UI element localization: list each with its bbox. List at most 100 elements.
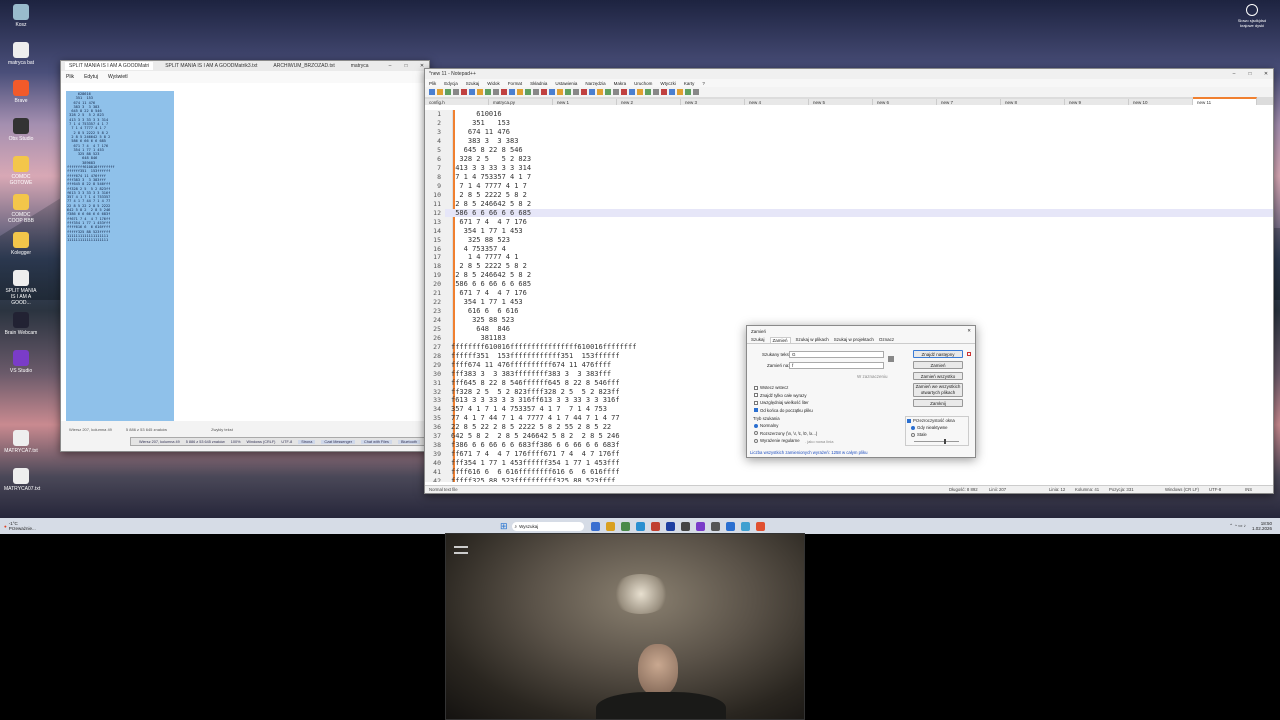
npp-menu-item[interactable]: Widok [487, 81, 500, 86]
npp-minimize-icon[interactable]: – [1231, 71, 1237, 77]
menu-item[interactable]: Plik [66, 74, 74, 80]
toolbar-button-icon[interactable] [685, 89, 691, 95]
npp-menu-item[interactable]: Ustawienia [555, 81, 577, 86]
replace-input[interactable]: f [789, 362, 884, 369]
webcam-menu-icon[interactable] [454, 546, 468, 554]
find-next-checkbox[interactable] [967, 352, 971, 356]
toolbar-button-icon[interactable] [581, 89, 587, 95]
replace-all-button[interactable]: Zamień wszystko [913, 372, 963, 380]
in-selection-label[interactable]: W zaznaczeniu [857, 374, 888, 379]
taskbar-app-icon[interactable] [665, 521, 675, 531]
npp-menu-item[interactable]: Format [508, 81, 522, 86]
toolbar-button-icon[interactable] [541, 89, 547, 95]
bg-app-button[interactable]: Bluetooth [397, 439, 420, 444]
taskbar-app-icon[interactable] [710, 521, 720, 531]
taskbar-app-icon[interactable] [620, 521, 630, 531]
toolbar-button-icon[interactable] [565, 89, 571, 95]
search-mode-radio[interactable]: Normalny [754, 423, 778, 428]
dialog-checkbox[interactable]: Wstecz wstecz [754, 385, 788, 390]
toolbar-button-icon[interactable] [653, 89, 659, 95]
npp-tab[interactable]: new 3 [681, 99, 745, 105]
dialog-close-icon[interactable]: ✕ [967, 328, 971, 334]
npp-menu-item[interactable]: Edycja [444, 81, 458, 86]
minimize-icon[interactable]: – [387, 63, 393, 69]
npp-maximize-icon[interactable]: □ [1247, 71, 1253, 77]
dot-newline-option[interactable]: . jako nowa linia [805, 439, 833, 444]
taskbar-app-icon[interactable] [605, 521, 615, 531]
toolbar-button-icon[interactable] [501, 89, 507, 95]
dialog-checkbox[interactable]: Od końca do początku pliku [754, 408, 813, 413]
notepad-tab[interactable]: ARCHIWUM_BRZOZAD.txt [269, 62, 338, 70]
toolbar-button-icon[interactable] [557, 89, 563, 95]
bg-app-button[interactable]: Chat with Files [361, 439, 392, 444]
npp-menu-item[interactable]: Składnia [530, 81, 547, 86]
desktop-icon[interactable]: MATRYCA7.txt [4, 430, 38, 454]
npp-menu-item[interactable]: Uruchom [634, 81, 652, 86]
toolbar-button-icon[interactable] [669, 89, 675, 95]
toolbar-button-icon[interactable] [509, 89, 515, 95]
npp-tab[interactable]: new 10 [1129, 99, 1193, 105]
toolbar-button-icon[interactable] [605, 89, 611, 95]
dialog-checkbox[interactable]: Znajdź tylko całe wyrazy [754, 393, 807, 398]
toolbar-button-icon[interactable] [429, 89, 435, 95]
transparency-slider[interactable] [914, 439, 959, 444]
taskbar-app-icon[interactable] [755, 521, 765, 531]
notepad-window[interactable]: SPLIT MANIA IS I AM A GOODMatri SPLIT MAN… [60, 60, 430, 452]
desktop-icon[interactable]: VS Studio [4, 350, 38, 374]
toolbar-button-icon[interactable] [445, 89, 451, 95]
weather-widget[interactable]: ● -1°C Przeważnie... [0, 521, 120, 531]
close-button[interactable]: Zamknij [913, 399, 963, 407]
desktop-icon[interactable]: Kolegger [4, 232, 38, 256]
desktop-icon[interactable]: COMDC GOTOWE [4, 156, 38, 186]
npp-menu-item[interactable]: Narzędzia [585, 81, 605, 86]
taskbar-app-icon[interactable] [740, 521, 750, 531]
transparency-radio[interactable]: Gdy nieaktywne [911, 425, 948, 430]
replace-button[interactable]: Zamień [913, 361, 963, 369]
toolbar-button-icon[interactable] [613, 89, 619, 95]
npp-menu-item[interactable]: Szukaj [466, 81, 480, 86]
toolbar-button-icon[interactable] [693, 89, 699, 95]
toolbar-button-icon[interactable] [661, 89, 667, 95]
dialog-tab[interactable]: Szukaj [751, 337, 765, 342]
npp-menu-item[interactable]: Plik [429, 81, 436, 86]
toolbar-button-icon[interactable] [437, 89, 443, 95]
taskbar-app-icon[interactable] [590, 521, 600, 531]
toolbar-button-icon[interactable] [645, 89, 651, 95]
replace-all-open-button[interactable]: Zamień we wszystkich otwartych plikach [913, 383, 963, 397]
desktop-icon[interactable]: Brain Webcam [4, 312, 38, 336]
npp-tab[interactable]: new 4 [745, 99, 809, 105]
npp-tab[interactable]: new 9 [1065, 99, 1129, 105]
taskbar-search[interactable]: ⌕ Wyszukaj [511, 521, 584, 531]
menu-item[interactable]: Wyświetl [108, 74, 128, 80]
taskbar-app-icon[interactable] [725, 521, 735, 531]
toolbar-button-icon[interactable] [517, 89, 523, 95]
npp-close-icon[interactable]: ✕ [1263, 71, 1269, 77]
desktop-icon[interactable]: SPLIT MANIA IS I AM A GOOD... [4, 270, 38, 306]
toolbar-button-icon[interactable] [493, 89, 499, 95]
taskbar-app-icon[interactable] [680, 521, 690, 531]
desktop-icon[interactable]: Kosz [4, 4, 38, 28]
npp-tab[interactable]: new 5 [809, 99, 873, 105]
toolbar-button-icon[interactable] [573, 89, 579, 95]
search-mode-radio[interactable]: Wyrażenie regularne [754, 438, 800, 443]
toolbar-button-icon[interactable] [549, 89, 555, 95]
bg-app-button[interactable]: Strona [298, 439, 316, 444]
transparency-radio[interactable]: Stale [911, 432, 927, 437]
npp-menu-item[interactable]: Karty [684, 81, 695, 86]
npp-tab[interactable]: new 1 [553, 99, 617, 105]
replace-dialog[interactable]: Zamień ✕ Szukaj Zamień Szukaj w plikach Szu… [746, 325, 976, 458]
desktop-icon[interactable]: matryca bat [4, 42, 38, 66]
toolbar-button-icon[interactable] [533, 89, 539, 95]
find-next-button[interactable]: Znajdź następny [913, 350, 963, 358]
dialog-checkbox[interactable]: Uwzględniaj wielkość liter [754, 400, 809, 405]
desktop-icon[interactable]: Obs Studio [4, 118, 38, 142]
toolbar-button-icon[interactable] [677, 89, 683, 95]
find-input[interactable]: G [789, 351, 884, 358]
menu-item[interactable]: Edytuj [84, 74, 98, 80]
transparency-checkbox[interactable]: Przezroczystość okna [907, 418, 955, 423]
toolbar-button-icon[interactable] [485, 89, 491, 95]
npp-tab[interactable]: config.h [425, 99, 489, 105]
toolbar-button-icon[interactable] [477, 89, 483, 95]
npp-tab[interactable]: matryca.py [489, 99, 553, 105]
corner-user-icon[interactable]: Słowo sjsdkjdsd krajowe dyski [1232, 4, 1272, 28]
